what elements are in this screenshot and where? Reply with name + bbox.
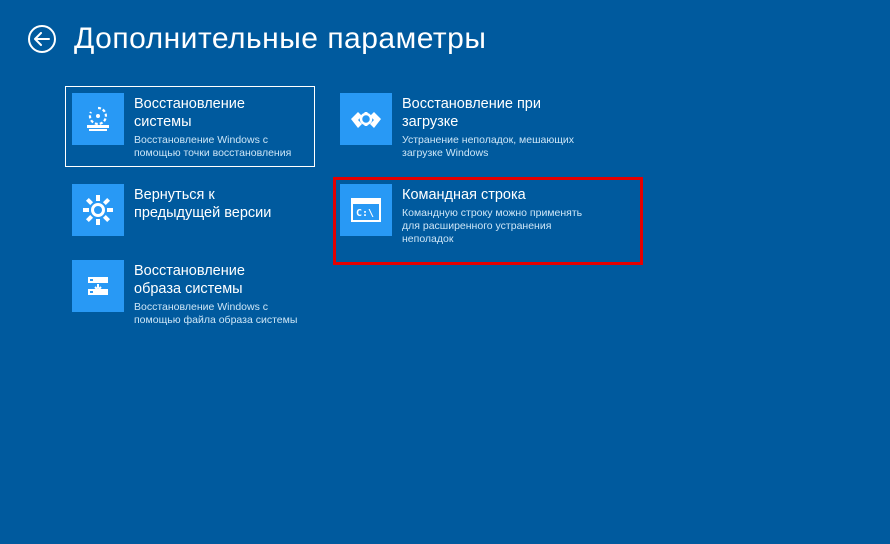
- tile-title: Вернуться кпредыдущей версии: [134, 186, 271, 222]
- back-button[interactable]: [28, 25, 56, 53]
- tile-text: Вернуться кпредыдущей версии: [134, 184, 271, 225]
- column-right: Восстановление призагрузке Устранение не…: [333, 86, 643, 344]
- svg-text:C:\: C:\: [356, 208, 374, 219]
- header: Дополнительные параметры: [0, 0, 890, 56]
- tile-image-recovery[interactable]: Восстановлениеобраза системы Восстановле…: [65, 253, 315, 334]
- tile-text: Восстановление призагрузке Устранение не…: [402, 93, 574, 160]
- tile-text: Восстановлениесистемы Восстановление Win…: [134, 93, 291, 160]
- command-prompt-icon: C:\: [340, 184, 392, 236]
- tile-title: Восстановлениеобраза системы: [134, 262, 297, 298]
- startup-repair-icon: [340, 93, 392, 145]
- tile-startup-repair[interactable]: Восстановление призагрузке Устранение не…: [333, 86, 643, 167]
- tile-rollback[interactable]: Вернуться кпредыдущей версии: [65, 177, 315, 243]
- tile-title: Восстановление призагрузке: [402, 95, 574, 131]
- gear-icon: [72, 184, 124, 236]
- tile-text: Командная строка Командную строку можно …: [402, 184, 582, 246]
- column-left: Восстановлениесистемы Восстановление Win…: [65, 86, 315, 344]
- tile-grid: Восстановлениесистемы Восстановление Win…: [0, 56, 890, 344]
- tile-desc: Устранение неполадок, мешающихзагрузке W…: [402, 134, 574, 160]
- tile-text: Восстановлениеобраза системы Восстановле…: [134, 260, 297, 327]
- tile-command-prompt[interactable]: C:\ Командная строка Командную строку мо…: [333, 177, 643, 265]
- arrow-left-icon: [34, 32, 50, 46]
- tile-desc: Восстановление Windows спомощью точки во…: [134, 134, 291, 160]
- page-title: Дополнительные параметры: [74, 22, 486, 56]
- tile-desc: Командную строку можно применятьдля расш…: [402, 207, 582, 246]
- tile-desc: Восстановление Windows спомощью файла об…: [134, 301, 297, 327]
- tile-system-restore[interactable]: Восстановлениесистемы Восстановление Win…: [65, 86, 315, 167]
- system-restore-icon: [72, 93, 124, 145]
- image-recovery-icon: [72, 260, 124, 312]
- tile-title: Командная строка: [402, 186, 582, 204]
- tile-title: Восстановлениесистемы: [134, 95, 291, 131]
